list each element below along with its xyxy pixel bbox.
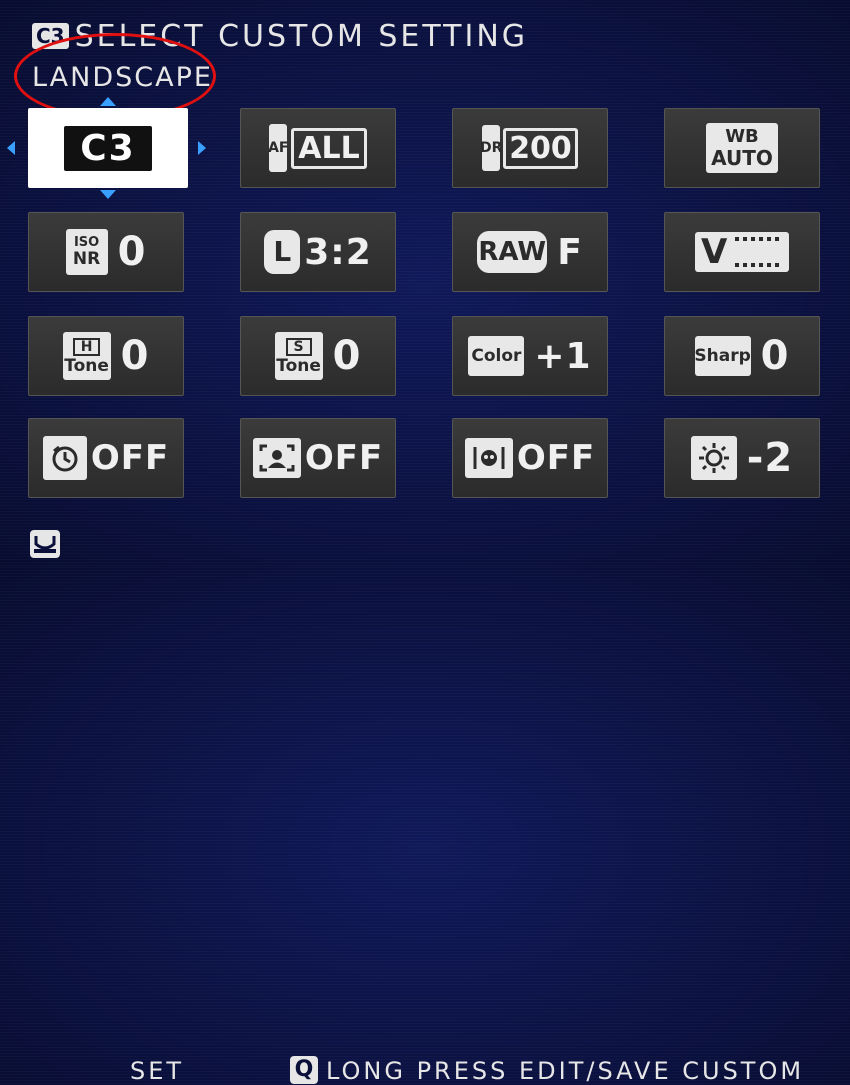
- tile-highlight-tone[interactable]: H Tone 0: [28, 316, 184, 396]
- tile-image-quality[interactable]: RAW F: [452, 212, 608, 292]
- tile-face-detection[interactable]: OFF: [240, 418, 396, 498]
- self-timer-icon: [42, 436, 87, 480]
- custom-slot-label: C3: [64, 125, 152, 171]
- tile-film-simulation[interactable]: V: [664, 212, 820, 292]
- set-label: SET: [130, 1057, 185, 1085]
- arrow-right-icon[interactable]: [198, 141, 206, 155]
- highlight-annotation: [14, 33, 216, 119]
- sharpness-value: 0: [760, 333, 790, 379]
- iso-nr-icon: ISO NR: [65, 229, 108, 275]
- tile-white-balance[interactable]: WB AUTO: [664, 108, 820, 188]
- highlight-tone-value: 0: [120, 333, 150, 379]
- shadow-tone-value: 0: [332, 333, 362, 379]
- tile-image-size[interactable]: L 3:2: [240, 212, 396, 292]
- wb-icon: WB AUTO: [706, 123, 778, 173]
- tile-af-mode[interactable]: AF ALL: [240, 108, 396, 188]
- sharpness-icon: Sharp: [694, 336, 751, 376]
- arrow-up-icon[interactable]: [100, 97, 116, 106]
- tile-shadow-tone[interactable]: S Tone 0: [240, 316, 396, 396]
- tile-brightness[interactable]: -2: [664, 418, 820, 498]
- tile-eye-detection[interactable]: OFF: [452, 418, 608, 498]
- af-icon: AF: [268, 124, 288, 172]
- dr-icon: DR: [480, 125, 502, 171]
- highlight-tone-icon: H Tone: [62, 332, 111, 380]
- iso-nr-value: 0: [117, 229, 147, 275]
- face-detection-icon: [252, 438, 301, 478]
- eye-detection-value: OFF: [516, 438, 596, 478]
- eye-detection-icon: [464, 438, 513, 478]
- arrow-down-icon[interactable]: [100, 190, 116, 199]
- brightness-icon: [690, 436, 737, 480]
- arrow-left-icon[interactable]: [7, 141, 15, 155]
- shadow-tone-icon: S Tone: [274, 332, 323, 380]
- self-timer-value: OFF: [90, 438, 170, 478]
- tile-iso-nr[interactable]: ISO NR 0: [28, 212, 184, 292]
- face-detection-value: OFF: [304, 438, 384, 478]
- image-size-icon: L: [264, 230, 301, 274]
- tile-sharpness[interactable]: Sharp 0: [664, 316, 820, 396]
- q-hint-label: LONG PRESS EDIT/SAVE CUSTOM: [326, 1057, 805, 1085]
- custom-slot-selector[interactable]: C3: [28, 108, 188, 188]
- raw-icon: RAW: [477, 231, 548, 273]
- film-simulation-icon: V: [695, 232, 789, 272]
- dr-value: 200: [503, 127, 578, 169]
- af-value: ALL: [291, 127, 367, 169]
- tile-color[interactable]: Color +1: [452, 316, 608, 396]
- tile-self-timer[interactable]: OFF: [28, 418, 184, 498]
- brightness-value: -2: [746, 435, 794, 481]
- image-size-value: 3:2: [304, 231, 372, 273]
- color-value: +1: [534, 335, 592, 377]
- tile-dynamic-range[interactable]: DR 200: [452, 108, 608, 188]
- color-icon: Color: [468, 336, 525, 376]
- q-button-icon: Q: [290, 1056, 318, 1084]
- image-quality-value: F: [557, 231, 583, 273]
